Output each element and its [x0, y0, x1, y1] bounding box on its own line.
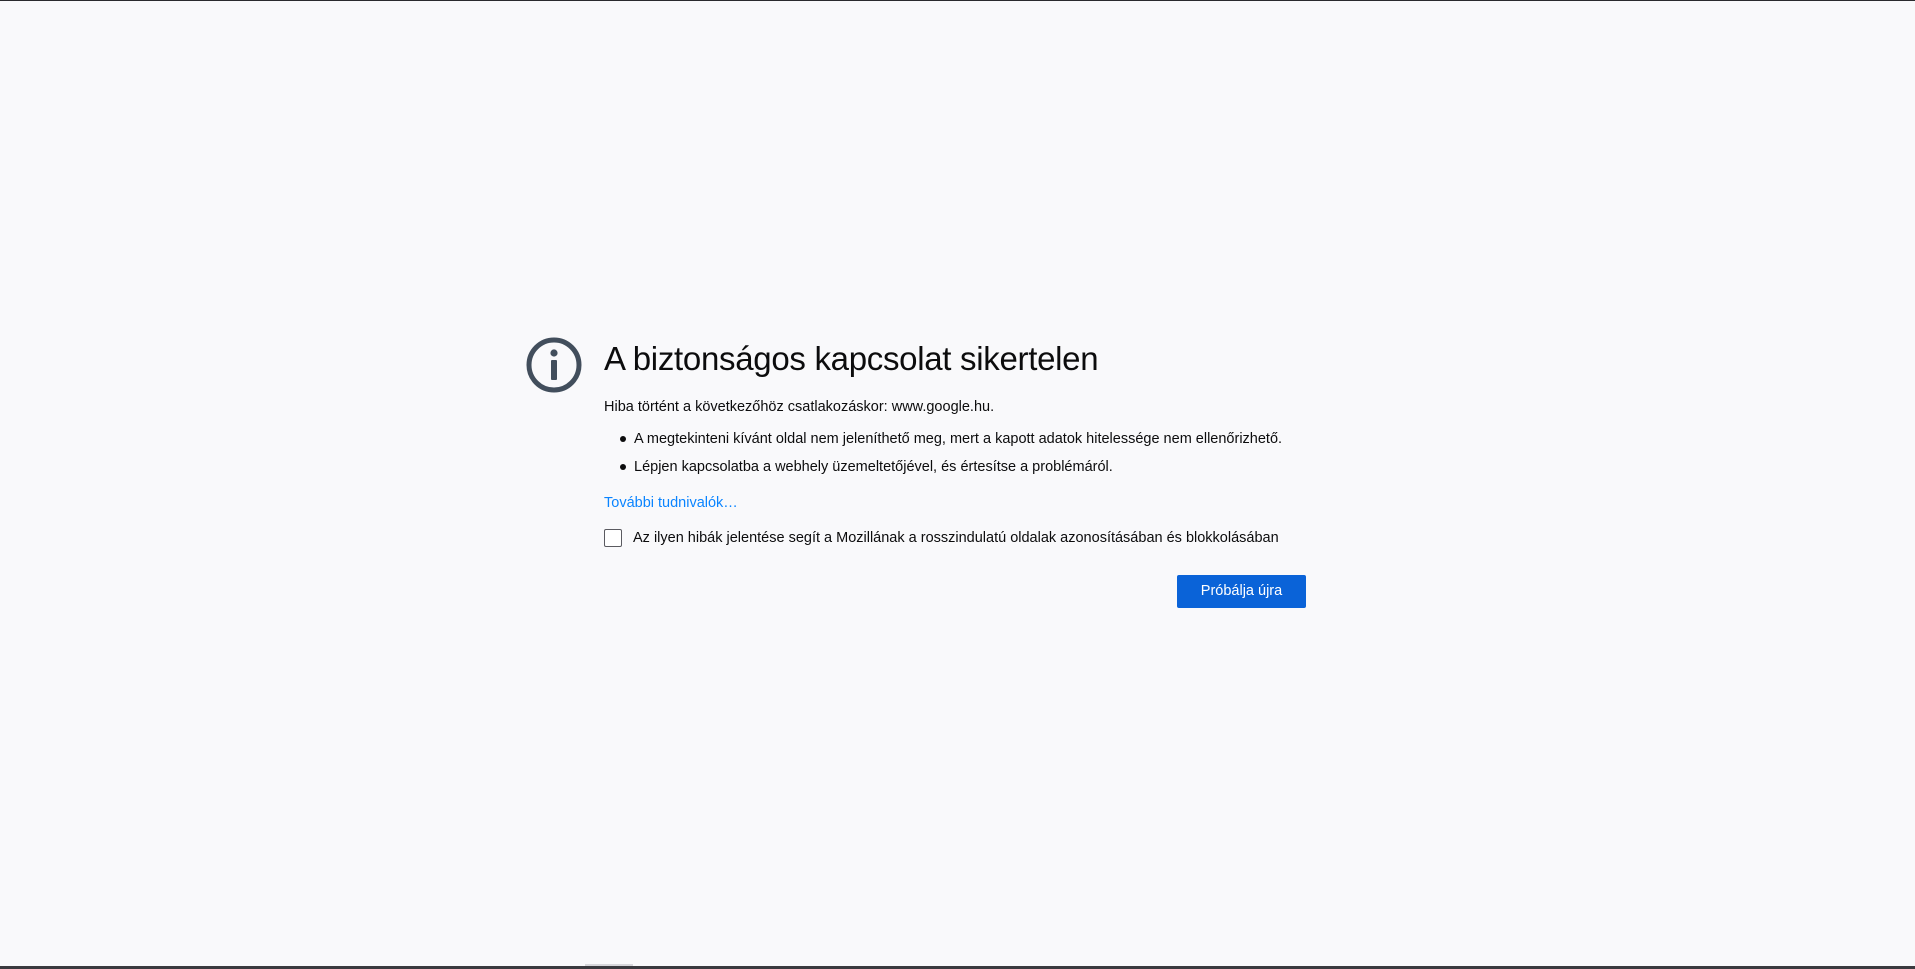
list-item: Lépjen kapcsolatba a webhely üzemeltetőj…: [604, 456, 1316, 478]
bullet-icon: [620, 464, 626, 470]
learn-more-link[interactable]: További tudnivalók…: [604, 492, 738, 514]
bullet-text: Lépjen kapcsolatba a webhely üzemeltetőj…: [634, 459, 1113, 475]
error-title: A biztonságos kapcsolat sikertelen: [604, 340, 1099, 377]
button-row: Próbálja újra: [604, 575, 1316, 609]
list-item: A megtekinteni kívánt oldal nem jeleníth…: [604, 428, 1316, 450]
window-bottom-notch: [585, 964, 633, 966]
bullet-text: A megtekinteni kívánt oldal nem jeleníth…: [634, 431, 1283, 447]
error-bullet-list: A megtekinteni kívánt oldal nem jeleníth…: [604, 428, 1316, 478]
error-content: A biztonságos kapcsolat sikertelen Hiba …: [604, 334, 1316, 609]
try-again-button[interactable]: Próbálja újra: [1177, 575, 1306, 608]
report-errors-label[interactable]: Az ilyen hibák jelentése segít a Mozillá…: [633, 527, 1279, 549]
bullet-icon: [620, 436, 626, 442]
error-description: Hiba történt a következőhöz csatlakozásk…: [604, 399, 995, 415]
report-errors-checkbox[interactable]: [604, 529, 622, 547]
report-errors-row: Az ilyen hibák jelentése segít a Mozillá…: [604, 527, 1316, 549]
window-top-border: [0, 0, 1915, 1]
info-icon: [526, 337, 582, 393]
